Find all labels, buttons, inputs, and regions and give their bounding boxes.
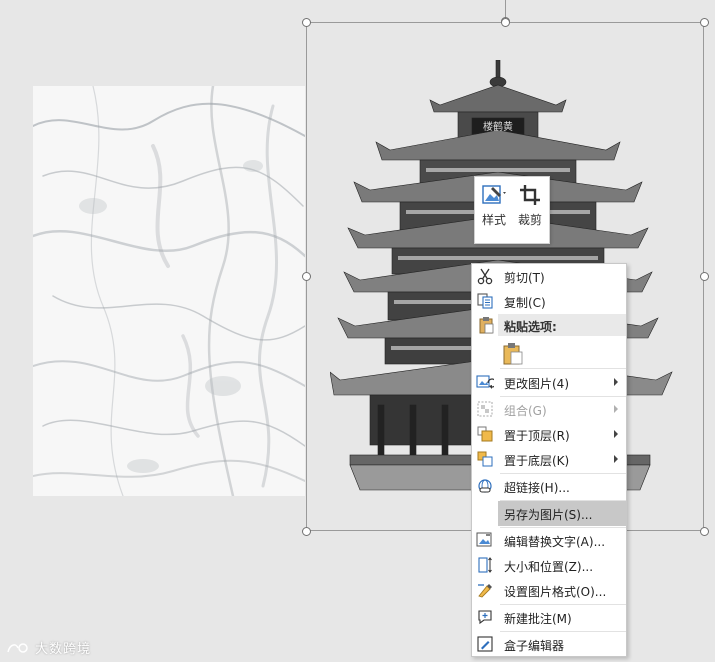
mini-toolbar: 样式 裁剪 [474,176,550,244]
menu-item-new-comment[interactable]: 新建批注(M) [472,605,626,630]
style-label: 样式 [481,213,506,227]
format-picture-icon [478,584,492,598]
edit-alt-text-label: 编辑替换文字(A)... [504,535,606,549]
box-editor-icon [477,636,493,652]
crop-label: 裁剪 [517,213,542,227]
crop-button[interactable]: 裁剪 [513,181,547,239]
menu-item-save-as-picture[interactable]: 另存为图片(S)... [498,501,626,526]
link-icon [478,479,492,493]
resize-handle-top[interactable] [501,18,510,27]
size-position-label: 大小和位置(Z)... [504,560,594,574]
menu-item-edit-alt-text[interactable]: 编辑替换文字(A)... [472,528,626,553]
bring-to-front-label: 置于顶层(R) [504,429,570,443]
menu-separator [500,368,626,369]
paste-picture-option-icon[interactable] [502,342,524,366]
menu-item-size-position[interactable]: 大小和位置(Z)... [472,553,626,578]
watermark-logo-icon [7,643,28,653]
format-picture-label: 设置图片格式(O)... [504,585,607,599]
menu-item-group[interactable]: 组合(G) [472,397,626,422]
submenu-arrow-icon [614,378,618,386]
menu-item-send-to-back[interactable]: 置于底层(K) [472,447,626,472]
resize-handle-bottom-left[interactable] [302,527,311,536]
crop-icon [520,185,540,205]
menu-item-format-picture[interactable]: 设置图片格式(O)... [472,578,626,603]
size-position-icon [478,557,492,573]
comment-icon [478,610,492,625]
resize-handle-right[interactable] [700,272,709,281]
group-icon [477,401,493,417]
menu-item-copy[interactable]: 复制(C) [472,289,626,314]
cut-label: 剪切(T) [504,271,545,285]
box-editor-label: 盒子编辑器 [504,639,565,653]
tower-sign-text: 楼鹤黄 [483,120,513,133]
resize-handle-top-right[interactable] [700,18,709,27]
group-label: 组合(G) [504,404,547,418]
scissors-icon [477,268,493,285]
new-comment-label: 新建批注(M) [504,612,572,626]
menu-item-hyperlink[interactable]: 超链接(H)... [472,474,626,499]
menu-item-cut[interactable]: 剪切(T) [472,264,626,289]
copy-label: 复制(C) [504,296,546,310]
picture-style-icon [482,185,506,204]
bring-to-front-icon [477,426,493,442]
send-to-back-icon [477,451,493,467]
menu-item-box-editor[interactable]: 盒子编辑器 [472,632,626,657]
change-picture-icon [476,375,494,389]
marble-texture [33,86,305,496]
submenu-arrow-icon [614,430,618,438]
paste-icon [479,317,494,334]
alt-text-icon [476,532,492,547]
resize-handle-left[interactable] [302,272,311,281]
watermark-text: 大数跨境 [35,642,92,657]
send-to-back-label: 置于底层(K) [504,454,570,468]
hyperlink-label: 超链接(H)... [504,481,570,495]
submenu-arrow-icon [614,405,618,413]
paste-options-header: 粘贴选项: [498,314,626,336]
menu-item-bring-to-front[interactable]: 置于顶层(R) [472,422,626,447]
style-button[interactable]: 样式 [477,181,511,239]
rotation-line [505,0,506,18]
context-menu: 剪切(T) 复制(C) 粘贴选项: 更改图片(4) 组合(G) 置于顶层(R) … [471,263,627,657]
submenu-arrow-icon [614,455,618,463]
resize-handle-top-left[interactable] [302,18,311,27]
save-as-picture-label: 另存为图片(S)... [504,508,593,522]
change-picture-label: 更改图片(4) [504,377,569,391]
copy-icon [477,293,493,309]
watermark: 大数跨境 [6,638,91,657]
marble-picture[interactable] [33,86,305,496]
menu-item-change-picture[interactable]: 更改图片(4) [472,370,626,395]
resize-handle-bottom-right[interactable] [700,527,709,536]
paste-options-label: 粘贴选项: [504,320,557,334]
